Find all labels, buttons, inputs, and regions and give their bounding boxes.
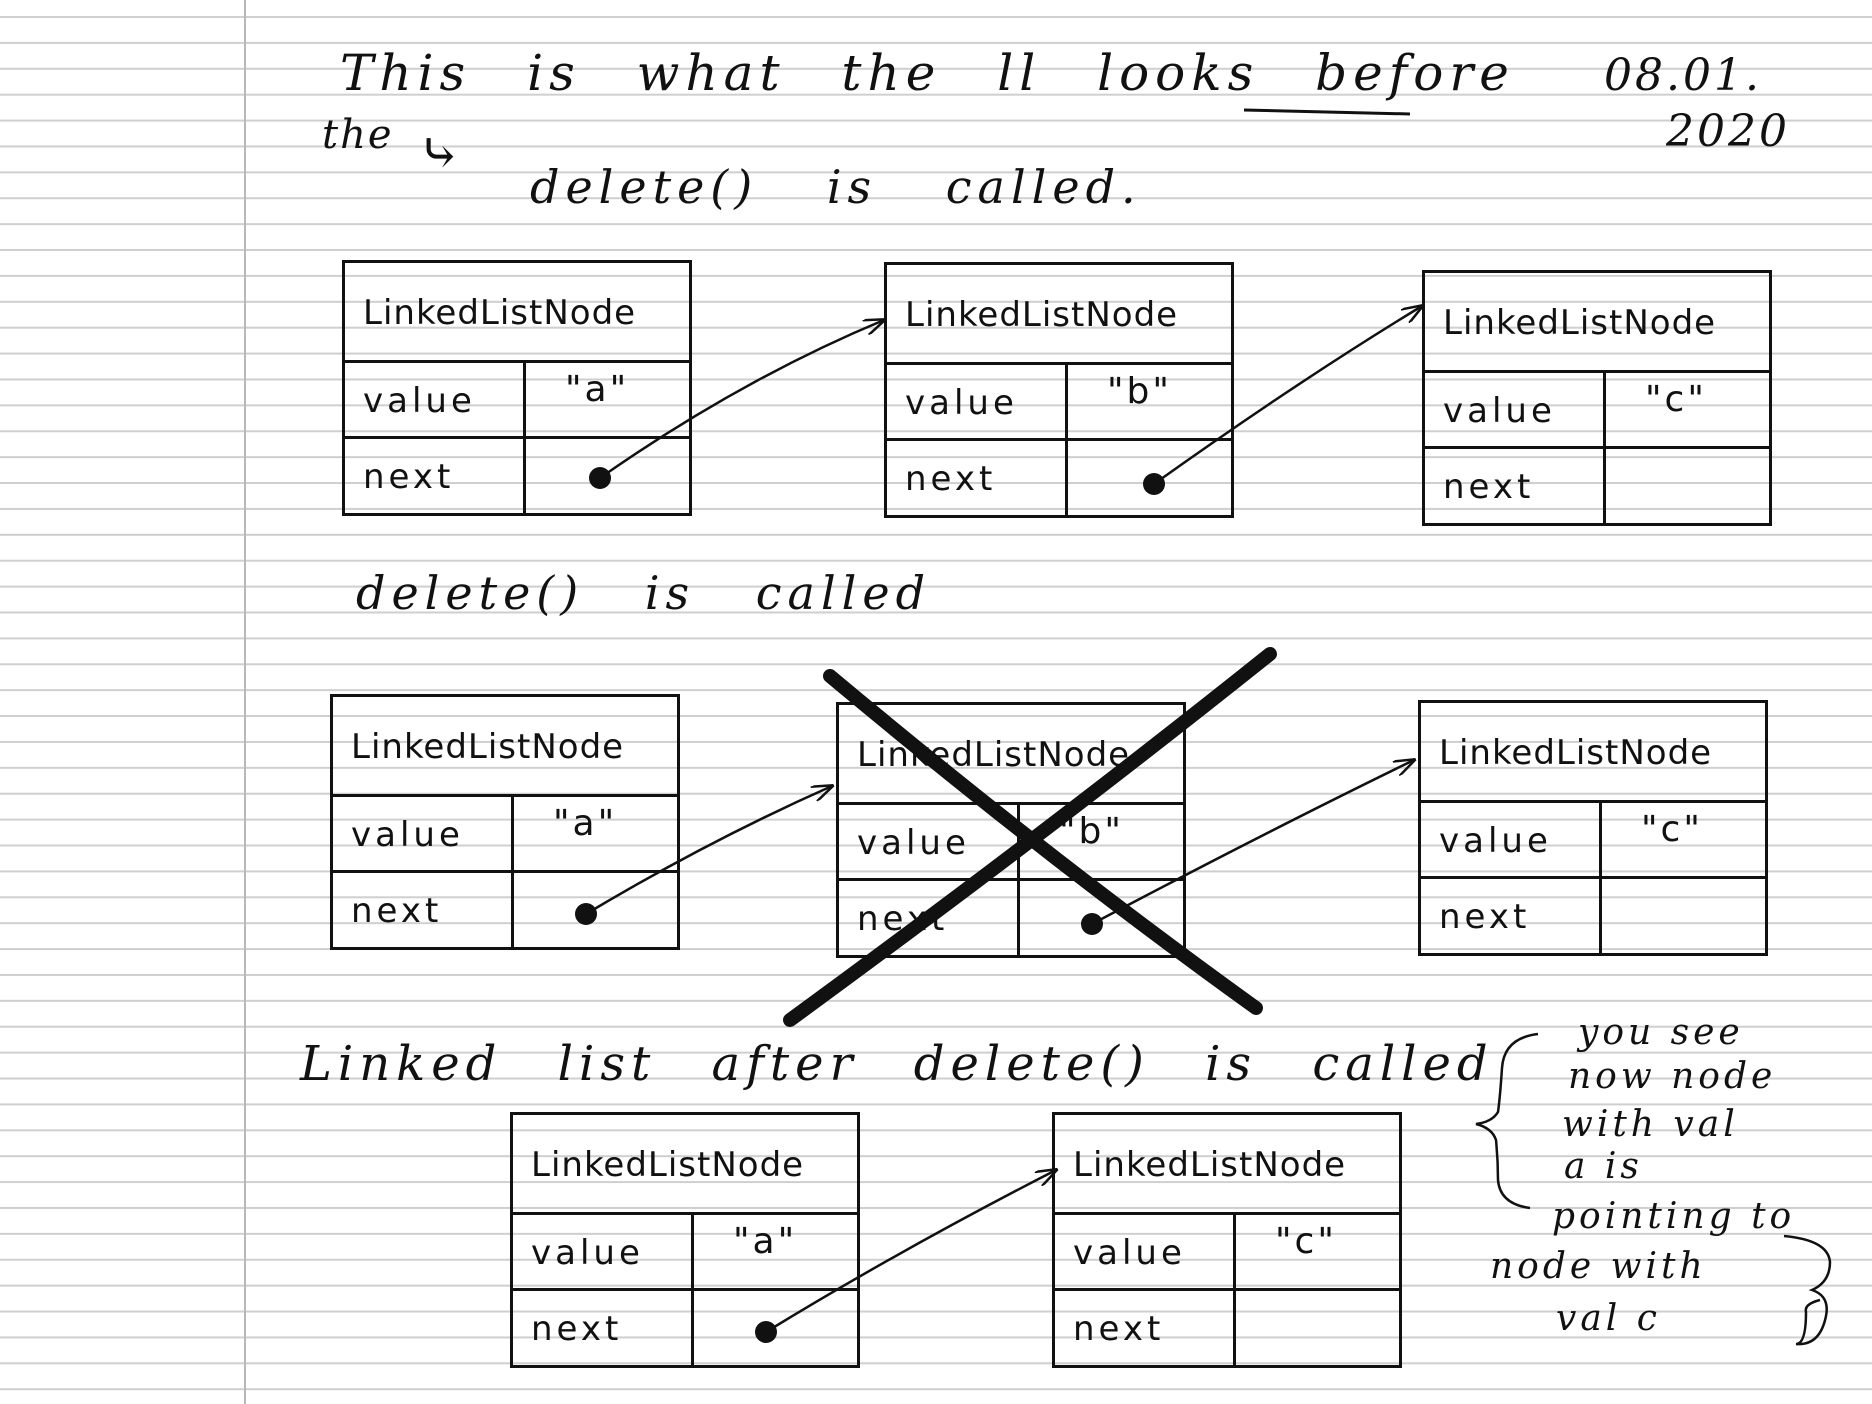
left-brace-icon	[1475, 1032, 1539, 1210]
pointer-a-to-b	[589, 320, 884, 489]
pointer-a-to-b-during	[575, 786, 832, 925]
diagram-overlay	[575, 108, 1832, 1346]
delete-cross-mark	[783, 647, 1277, 1027]
pointer-b-to-c	[1143, 306, 1422, 495]
pointer-a-to-c-after	[755, 1170, 1056, 1343]
right-brace-icon	[1783, 1234, 1832, 1346]
before-underline	[1243, 108, 1411, 116]
